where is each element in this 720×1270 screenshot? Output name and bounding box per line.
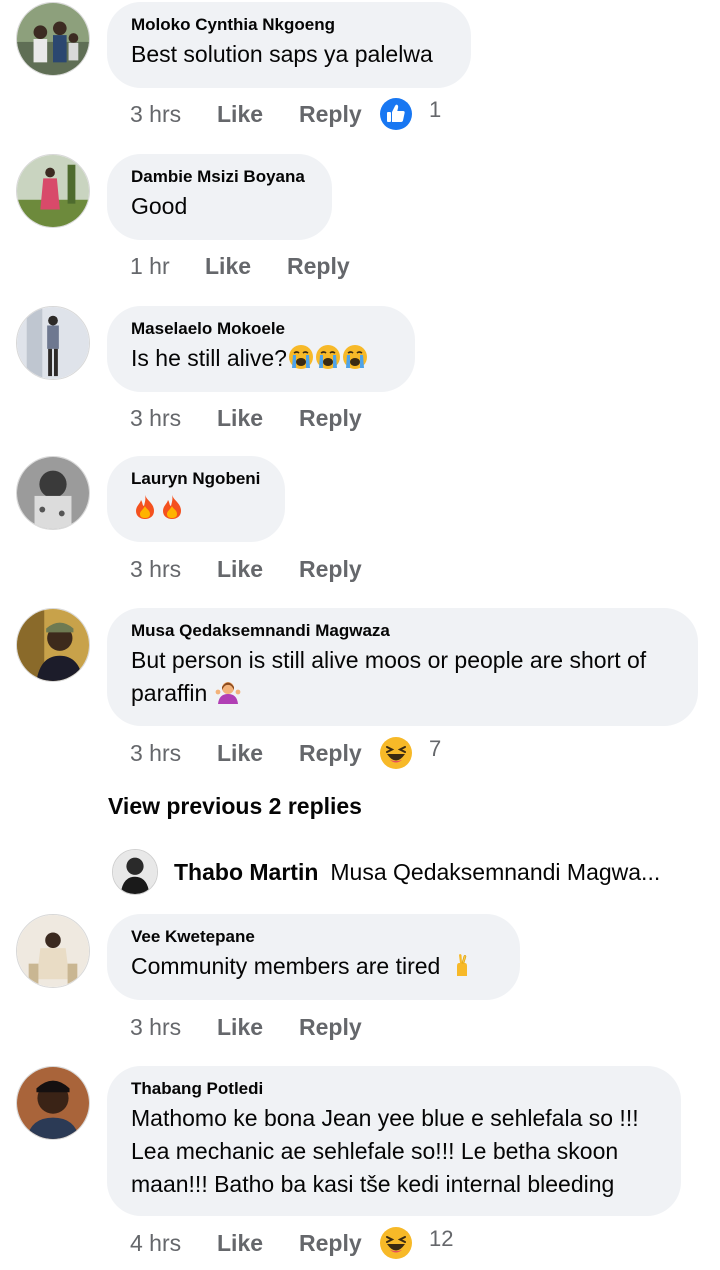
comment-text-line: But person is still alive moos or people… [131,647,647,673]
avatar[interactable] [16,306,90,380]
reaction-count: 12 [429,1226,454,1251]
comment-time[interactable]: 3 hrs [130,101,217,128]
crossed-fingers-emoji [448,952,474,978]
comment-text-line: Lea mechanic ae sehlefale so!!! Le betha… [131,1138,619,1164]
comment-author[interactable]: Moloko Cynthia Nkgoeng [131,15,447,35]
comment-author[interactable]: Musa Qedaksemnandi Magwaza [131,621,674,641]
comment-text: Good [131,193,188,219]
reaction-summary[interactable]: 12 [379,1226,453,1260]
comment-actions: 4 hrs Like Reply 12 [130,1226,453,1260]
fire-emoji [159,494,185,520]
comment-bubble: Thabang Potledi Mathomo ke bona Jean yee… [107,1066,681,1216]
like-button[interactable]: Like [217,740,299,767]
reply-button[interactable]: Reply [299,1230,379,1257]
like-button[interactable]: Like [217,101,299,128]
comment-bubble: Lauryn Ngobeni [107,456,285,542]
comment-time[interactable]: 1 hr [130,253,205,280]
reply-text: Musa Qedaksemnandi Magwa... [330,858,661,885]
comment-actions: 3 hrs Like Reply [130,401,379,435]
comment-bubble: Moloko Cynthia Nkgoeng Best solution sap… [107,2,471,88]
comment-time[interactable]: 3 hrs [130,405,217,432]
crying-face-emoji [315,344,341,370]
crying-face-emoji [288,344,314,370]
crying-face-emoji [342,344,368,370]
like-button[interactable]: Like [217,405,299,432]
comment-actions: 1 hr Like Reply [130,249,367,283]
comment-text: Best solution saps ya palelwa [131,41,433,67]
comment-actions: 3 hrs Like Reply [130,552,379,586]
reaction-count: 7 [429,736,442,761]
reaction-count: 1 [429,97,442,122]
comment-time[interactable]: 3 hrs [130,1014,217,1041]
comment-text: Community members are tired [131,950,496,983]
laughing-face-icon [379,736,413,770]
comment-author[interactable]: Thabang Potledi [131,1079,657,1099]
reaction-summary[interactable]: 7 [379,736,441,770]
comment-text: But person is still alive moos or people… [131,644,674,710]
comment-author[interactable]: Lauryn Ngobeni [131,469,261,489]
comment-actions: 3 hrs Like Reply 1 [130,97,441,131]
comment-bubble: Musa Qedaksemnandi Magwaza But person is… [107,608,698,726]
comment-text-line: paraffin [131,680,208,706]
comment-text: Mathomo ke bona Jean yee blue e sehlefal… [131,1102,657,1201]
avatar[interactable] [16,1066,90,1140]
reply-button[interactable]: Reply [287,253,367,280]
comment-text-line: maan!!! Batho ba kasi tše kedi internal … [131,1171,615,1197]
laughing-face-icon [379,1226,413,1260]
comment-text-line: Mathomo ke bona Jean yee blue e sehlefal… [131,1105,639,1131]
avatar[interactable] [16,914,90,988]
comment-text: Is he still alive? [131,342,391,375]
reply-button[interactable]: Reply [299,740,379,767]
like-button[interactable]: Like [217,1014,299,1041]
like-button[interactable]: Like [217,1230,299,1257]
like-button[interactable]: Like [205,253,287,280]
like-button[interactable]: Like [217,556,299,583]
reply-button[interactable]: Reply [299,556,379,583]
view-previous-replies-link[interactable]: View previous 2 replies [108,793,362,820]
fire-emoji [132,494,158,520]
comment-text-body: Is he still alive? [131,345,287,371]
comment-author[interactable]: Maselaelo Mokoele [131,319,391,339]
reply-button[interactable]: Reply [299,405,379,432]
comment-time[interactable]: 3 hrs [130,740,217,767]
comment-bubble: Vee Kwetepane Community members are tire… [107,914,520,1000]
comment-bubble: Maselaelo Mokoele Is he still alive? [107,306,415,392]
avatar[interactable] [16,456,90,530]
comment-actions: 3 hrs Like Reply [130,1010,379,1044]
comment-author[interactable]: Vee Kwetepane [131,927,496,947]
reply-button[interactable]: Reply [299,1014,379,1041]
comment-text-body: Community members are tired [131,953,441,979]
person-shrugging-emoji [215,679,241,705]
avatar[interactable] [16,2,90,76]
comment-actions: 3 hrs Like Reply 7 [130,736,441,770]
reply-button[interactable]: Reply [299,101,379,128]
comment-time[interactable]: 3 hrs [130,556,217,583]
avatar[interactable] [16,154,90,228]
comment-time[interactable]: 4 hrs [130,1230,217,1257]
comment-author[interactable]: Dambie Msizi Boyana [131,167,308,187]
reply-preview[interactable]: Thabo Martin Musa Qedaksemnandi Magwa... [112,848,660,896]
comment-text [131,492,261,525]
avatar[interactable] [16,608,90,682]
thumbs-up-icon [379,97,413,131]
avatar[interactable] [112,849,158,895]
reply-author[interactable]: Thabo Martin [174,859,318,886]
comment-bubble: Dambie Msizi Boyana Good [107,154,332,240]
reaction-summary[interactable]: 1 [379,97,441,131]
